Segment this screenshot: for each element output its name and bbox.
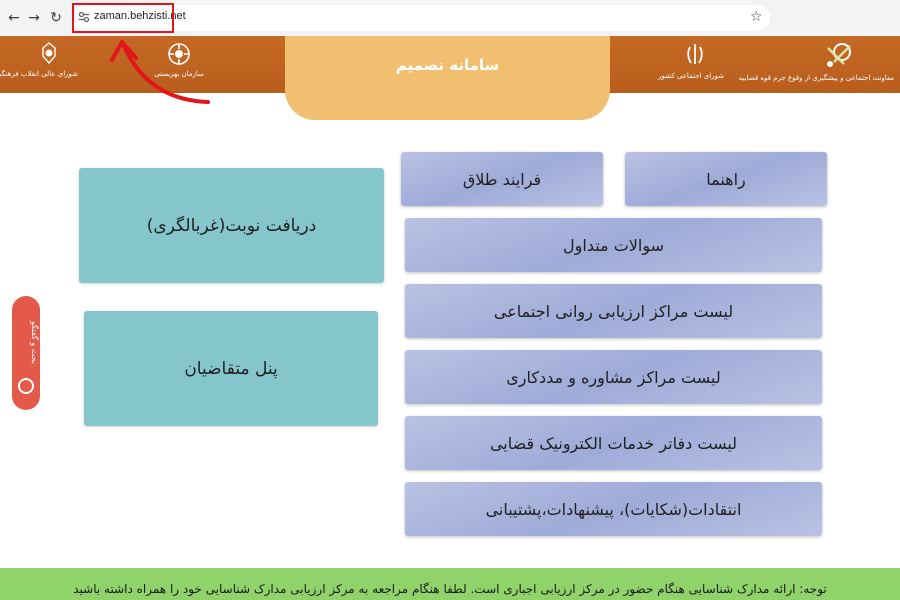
faq-button-label: سوالات متداول <box>563 235 664 255</box>
feedback-button[interactable]: انتقادات(شکایات)، پیشنهادات،پشتیبانی <box>405 482 822 536</box>
applicant-panel-button-label: پنل متقاضیان <box>184 358 278 379</box>
assessment-centers-button-label: لیست مراکز ارزیابی روانی اجتماعی <box>493 301 734 321</box>
get-appointment-button-label: دریافت نوبت(غربالگری) <box>146 215 317 236</box>
cultural-council-logo-caption: شورای عالی انقلاب فرهنگی <box>0 70 78 78</box>
social-council-logo[interactable]: شورای اجتماعی کشور <box>658 42 724 80</box>
page-title: سامانه تصمیم <box>395 56 500 74</box>
assessment-centers-button[interactable]: لیست مراکز ارزیابی روانی اجتماعی <box>405 284 822 338</box>
council-emblem-icon <box>42 42 56 65</box>
judicial-offices-button-label: لیست دفاتر خدمات الکترونیک قضایی <box>489 433 738 453</box>
divorce-process-button[interactable]: فرایند طلاق <box>401 152 603 206</box>
guide-button-label: راهنما <box>706 169 746 189</box>
page: ← → ↻ zaman.behzisti.net ☆ سامانه تصمیم … <box>0 0 900 600</box>
cultural-council-logo[interactable]: شورای عالی انقلاب فرهنگی <box>0 42 78 78</box>
url-highlight-box <box>72 3 174 33</box>
back-icon[interactable]: ← <box>4 8 24 28</box>
reload-icon[interactable]: ↻ <box>46 8 66 28</box>
bookmark-star-icon[interactable]: ☆ <box>750 9 763 25</box>
deputy-emblem-icon <box>827 43 851 67</box>
get-appointment-button[interactable]: دریافت نوبت(غربالگری) <box>79 168 384 283</box>
guide-button[interactable]: راهنما <box>625 152 827 206</box>
iran-emblem-icon <box>687 44 703 64</box>
notice-text: توجه: ارائه مدارک شناسایی هنگام حضور در … <box>73 582 827 596</box>
applicant-panel-button[interactable]: پنل متقاضیان <box>84 311 378 426</box>
deputy-logo-caption: معاونت اجتماعی و پیشگیری از وقوع جرم قوه… <box>738 74 894 82</box>
counseling-centers-button-label: لیست مراکز مشاوره و مددکاری <box>506 367 721 387</box>
forward-icon[interactable]: → <box>24 8 44 28</box>
counseling-centers-button[interactable]: لیست مراکز مشاوره و مددکاری <box>405 350 822 404</box>
chat-side-tab-label: بحث و گفتگو <box>30 321 39 365</box>
divorce-process-button-label: فرایند طلاق <box>462 169 542 189</box>
judicial-offices-button[interactable]: لیست دفاتر خدمات الکترونیک قضایی <box>405 416 822 470</box>
chat-icon[interactable] <box>18 378 34 394</box>
social-council-logo-caption: شورای اجتماعی کشور <box>658 72 724 80</box>
title-tab <box>285 36 610 120</box>
faq-button[interactable]: سوالات متداول <box>405 218 822 272</box>
deputy-logo[interactable]: معاونت اجتماعی و پیشگیری از وقوع جرم قوه… <box>738 40 894 82</box>
feedback-button-label: انتقادات(شکایات)، پیشنهادات،پشتیبانی <box>485 499 742 519</box>
annotation-arrow-icon <box>110 40 210 104</box>
